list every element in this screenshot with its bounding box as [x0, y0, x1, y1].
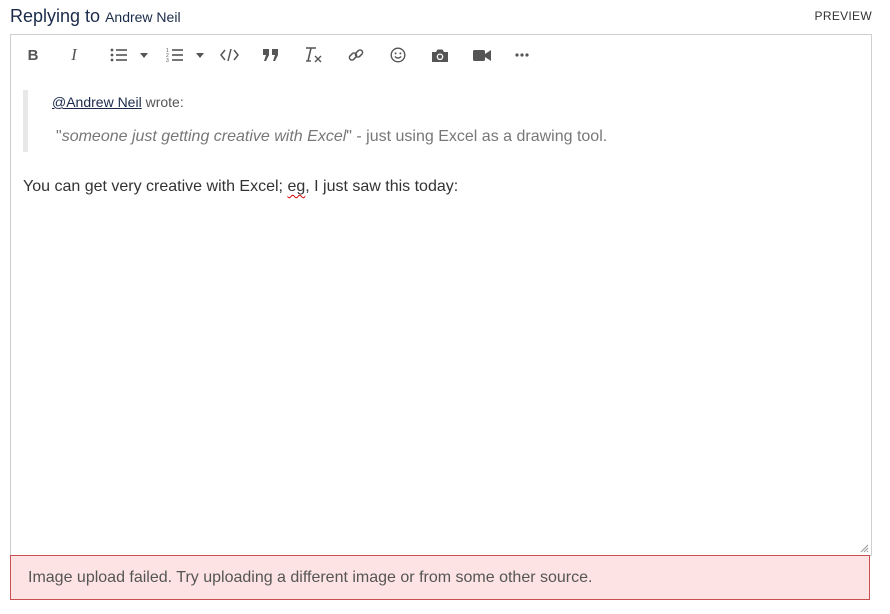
editor-toolbar: B I 1 2 3 [11, 35, 871, 75]
reply-title: Replying to Andrew Neil [10, 6, 181, 27]
video-icon [473, 49, 491, 61]
numbered-list-icon: 1 2 3 [166, 48, 183, 63]
upload-error-alert: Image upload failed. Try uploading a dif… [10, 555, 870, 600]
italic-icon: I [71, 45, 77, 64]
code-icon [219, 48, 239, 62]
more-options-button[interactable] [511, 44, 533, 66]
quoted-reply: @Andrew Neil wrote: "someone just gettin… [23, 90, 648, 152]
link-icon [348, 49, 364, 61]
quote-wrote-label: wrote: [145, 94, 184, 110]
quote-tail-text: " - just using Excel as a drawing tool. [346, 128, 608, 145]
quote-text: "someone just getting creative with Exce… [56, 128, 607, 146]
bold-button[interactable]: B [23, 44, 43, 66]
body-text-part2: , I just saw this today: [305, 178, 459, 195]
mention-link[interactable]: @Andrew Neil [52, 94, 142, 110]
clear-format-icon [306, 47, 322, 63]
insert-image-button[interactable] [429, 44, 451, 66]
resize-handle-icon[interactable] [859, 543, 869, 553]
bulleted-list-button[interactable] [108, 44, 130, 66]
link-button[interactable] [345, 44, 367, 66]
emoji-button[interactable] [387, 44, 409, 66]
quote-attribution: @Andrew Neil wrote: [52, 94, 184, 110]
misspelled-word: eg [287, 178, 306, 195]
clear-format-button[interactable] [303, 44, 325, 66]
code-button[interactable] [218, 44, 240, 66]
upload-error-message: Image upload failed. Try uploading a dif… [28, 569, 593, 586]
body-text-part1: You can get very creative with Excel; [23, 178, 288, 195]
caret-down-icon [140, 52, 148, 58]
numbered-list-dropdown[interactable] [195, 44, 205, 66]
bulleted-list-icon [110, 48, 127, 62]
svg-text:3: 3 [166, 58, 169, 63]
reply-recipient-name: Andrew Neil [105, 9, 181, 25]
more-icon [515, 53, 529, 57]
quote-icon [263, 48, 278, 61]
caret-down-icon [196, 52, 204, 58]
numbered-list-button[interactable]: 1 2 3 [164, 44, 186, 66]
insert-video-button[interactable] [471, 44, 493, 66]
preview-button[interactable]: PREVIEW [815, 9, 872, 23]
quote-italic-text: someone just getting creative with Excel [61, 128, 347, 145]
editor[interactable]: B I 1 2 3 @Andrew Neil wrote: "someone j… [10, 34, 872, 556]
blockquote-button[interactable] [260, 44, 282, 66]
italic-button[interactable]: I [64, 44, 84, 66]
bulleted-list-dropdown[interactable] [139, 44, 149, 66]
emoji-icon [390, 47, 406, 63]
bold-icon: B [27, 46, 39, 64]
camera-icon [432, 49, 448, 62]
reply-header: Replying to Andrew Neil PREVIEW [10, 4, 872, 28]
replying-label: Replying to [10, 6, 101, 26]
message-body-text[interactable]: You can get very creative with Excel; eg… [23, 178, 458, 196]
